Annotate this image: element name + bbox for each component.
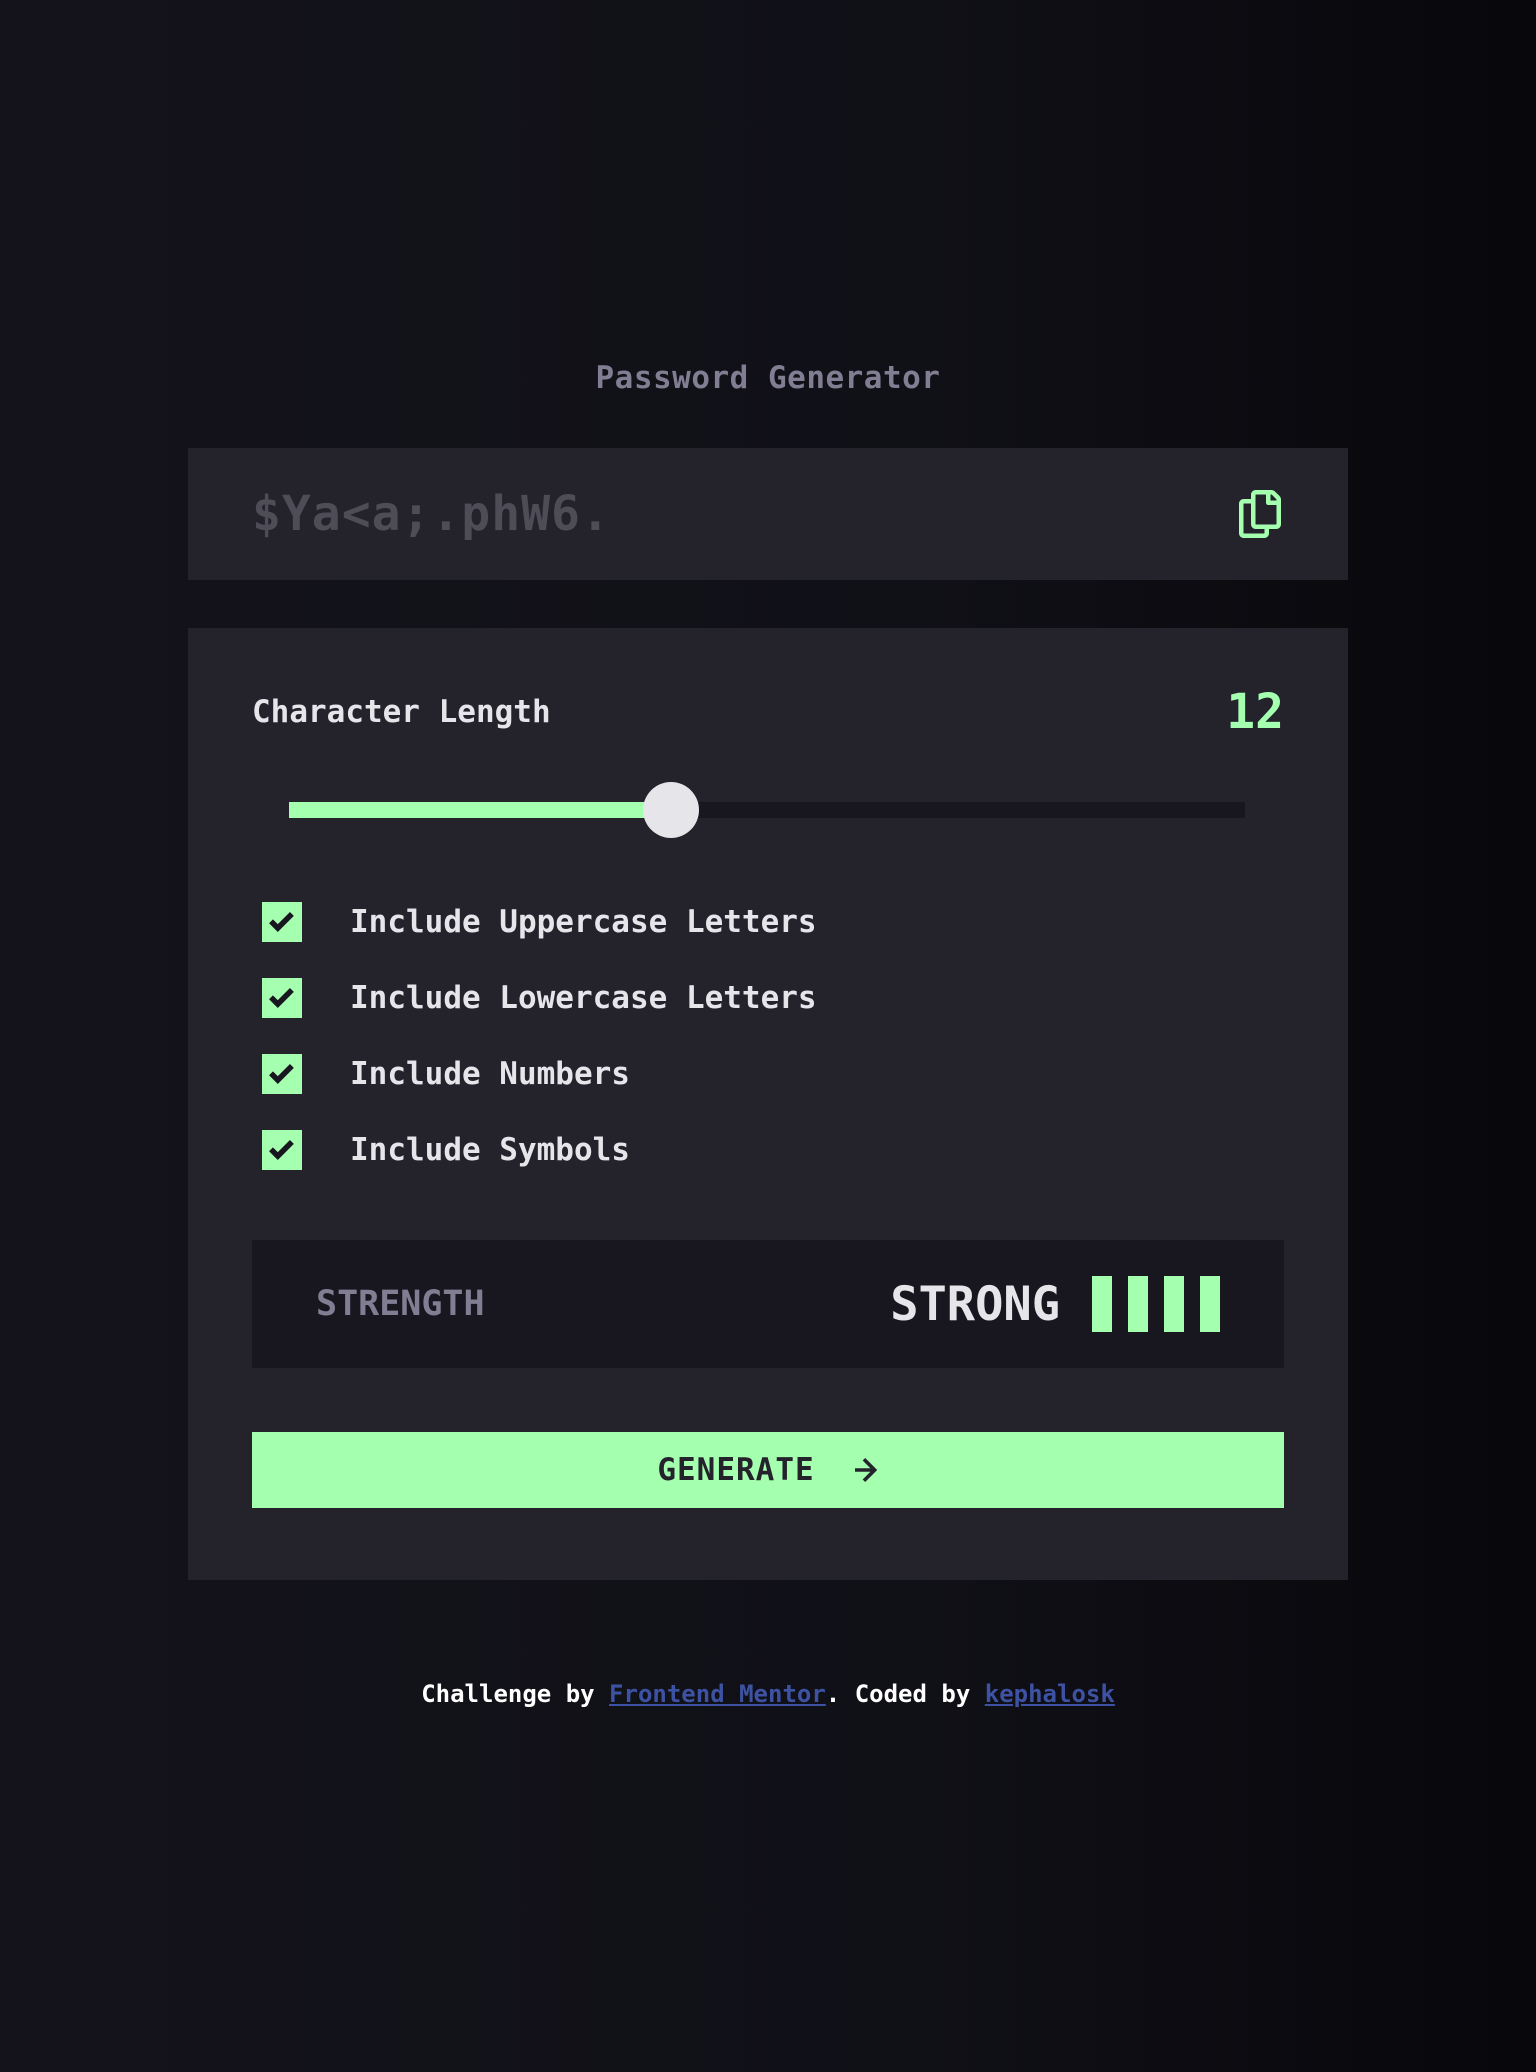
strength-bars bbox=[1092, 1276, 1220, 1332]
strength-bar bbox=[1164, 1276, 1184, 1332]
options-list: Include Uppercase Letters Include Lowerc… bbox=[252, 884, 1284, 1188]
option-uppercase[interactable]: Include Uppercase Letters bbox=[252, 884, 1284, 960]
generate-button[interactable]: GENERATE bbox=[252, 1432, 1284, 1508]
check-icon bbox=[269, 987, 294, 1008]
app-title: Password Generator bbox=[595, 360, 941, 396]
lowercase-checkbox[interactable] bbox=[262, 978, 302, 1018]
check-icon bbox=[269, 911, 294, 932]
option-label: Include Symbols bbox=[350, 1132, 630, 1168]
strength-meter: STRENGTH STRONG bbox=[252, 1240, 1284, 1368]
character-length-label: Character Length bbox=[252, 694, 551, 730]
copy-button[interactable] bbox=[1236, 488, 1284, 540]
strength-bar bbox=[1128, 1276, 1148, 1332]
check-icon bbox=[269, 1063, 294, 1084]
strength-value: STRONG bbox=[890, 1276, 1060, 1332]
arrow-right-icon bbox=[854, 1458, 877, 1482]
password-generator-app: Password Generator $Ya<a;.phW6. Characte… bbox=[188, 356, 1348, 1580]
footer-middle: . Coded by bbox=[825, 1680, 985, 1708]
numbers-checkbox[interactable] bbox=[262, 1054, 302, 1094]
uppercase-checkbox[interactable] bbox=[262, 902, 302, 942]
option-lowercase[interactable]: Include Lowercase Letters bbox=[252, 960, 1284, 1036]
password-output: $Ya<a;.phW6. bbox=[188, 448, 1348, 580]
character-length-value: 12 bbox=[1226, 684, 1284, 740]
copy-icon bbox=[1239, 490, 1281, 538]
symbols-checkbox[interactable] bbox=[262, 1130, 302, 1170]
author-link[interactable]: kephalosk bbox=[985, 1680, 1115, 1708]
footer-attribution: Challenge by Frontend Mentor. Coded by k… bbox=[0, 1676, 1536, 1712]
option-symbols[interactable]: Include Symbols bbox=[252, 1112, 1284, 1188]
slider-thumb[interactable] bbox=[643, 782, 700, 838]
option-label: Include Lowercase Letters bbox=[350, 980, 817, 1016]
option-label: Include Uppercase Letters bbox=[350, 904, 817, 940]
option-label: Include Numbers bbox=[350, 1056, 630, 1092]
footer-prefix: Challenge by bbox=[421, 1680, 610, 1708]
frontend-mentor-link[interactable]: Frontend Mentor bbox=[609, 1680, 826, 1708]
option-numbers[interactable]: Include Numbers bbox=[252, 1036, 1284, 1112]
character-length-row: Character Length 12 bbox=[252, 684, 1284, 740]
generate-label: GENERATE bbox=[657, 1452, 815, 1488]
settings-panel: Character Length 12 Include Uppercase Le… bbox=[188, 628, 1348, 1580]
password-text: $Ya<a;.phW6. bbox=[252, 486, 611, 542]
check-icon bbox=[269, 1139, 294, 1160]
strength-indicator: STRONG bbox=[890, 1276, 1220, 1332]
slider-fill bbox=[289, 802, 672, 818]
strength-bar bbox=[1092, 1276, 1112, 1332]
strength-label: STRENGTH bbox=[316, 1284, 485, 1324]
strength-bar bbox=[1200, 1276, 1220, 1332]
length-slider[interactable] bbox=[289, 782, 1245, 838]
